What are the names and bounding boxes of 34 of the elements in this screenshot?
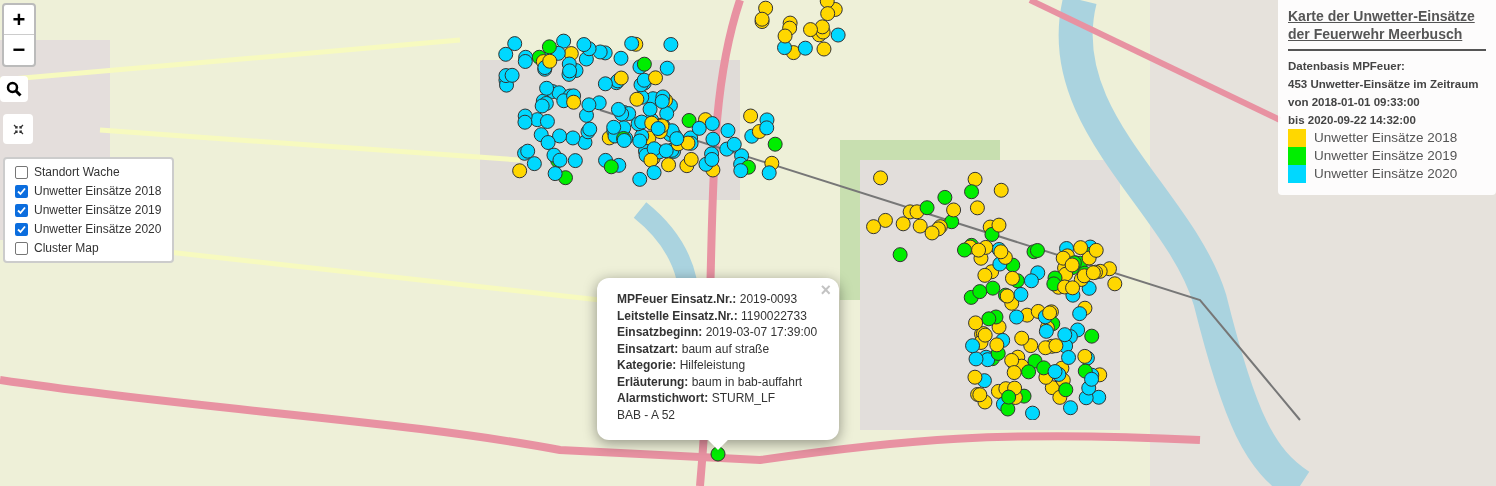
zoom-out-button[interactable]: − (4, 35, 34, 65)
layer-label: Unwetter Einsätze 2018 (34, 183, 162, 200)
legend-title: der Feuerwehr Meerbusch (1288, 25, 1464, 43)
legend-title: Karte der Unwetter-Einsätze (1288, 7, 1476, 25)
layer-checkbox[interactable] (15, 184, 28, 198)
legend-label: Unwetter Einsätze 2018 (1314, 128, 1458, 147)
popup-field-text: Leitstelle Einsatz.Nr.: 1190022733 (617, 307, 808, 324)
popup-field-text: MPFeuer Einsatz.Nr.: 2019-0093 (617, 291, 799, 308)
layer-checkbox[interactable] (15, 203, 28, 217)
layer-label: Unwetter Einsätze 2020 (34, 221, 162, 238)
layer-checkbox[interactable] (15, 222, 28, 236)
popup-note-text: BAB - A 52 (617, 406, 677, 423)
zoom-in-button[interactable]: + (4, 5, 34, 35)
popup-field-text: Erläuterung: baum in bab-auffahrt (617, 373, 804, 390)
layer-label: Standort Wache (34, 164, 120, 181)
popup-field-text: Einsatzbeginn: 2019-03-07 17:39:00 (617, 324, 819, 341)
layer-label: Unwetter Einsätze 2019 (34, 202, 162, 219)
selected-marker[interactable] (710, 446, 726, 462)
popup-field-text: Einsatzart: baum auf straße (617, 340, 771, 357)
legend-label: Unwetter Einsätze 2019 (1314, 146, 1458, 165)
popup-field-text: Kategorie: Hilfeleistung (617, 357, 747, 374)
layer-label: Cluster Map (34, 240, 99, 257)
search-icon (6, 81, 22, 97)
fullscreen-button[interactable] (3, 114, 33, 144)
collapse-arrows-icon (12, 123, 24, 135)
legend-label: Unwetter Einsätze 2020 (1314, 164, 1458, 183)
legend-info-text: 453 Unwetter-Einsätze im Zeitraum (1288, 77, 1480, 92)
legend-info-text: Datenbasis MPFeuer: (1288, 59, 1406, 74)
layer-checkbox[interactable] (15, 241, 28, 255)
legend-info-text: von 2018-01-01 09:33:00 (1288, 95, 1421, 110)
search-button[interactable] (0, 76, 28, 102)
layer-checkbox[interactable] (15, 165, 28, 179)
legend-info-text: bis 2020-09-22 14:32:00 (1288, 113, 1417, 128)
popup-field-text: Alarmstichwort: STURM_LF (617, 390, 777, 407)
